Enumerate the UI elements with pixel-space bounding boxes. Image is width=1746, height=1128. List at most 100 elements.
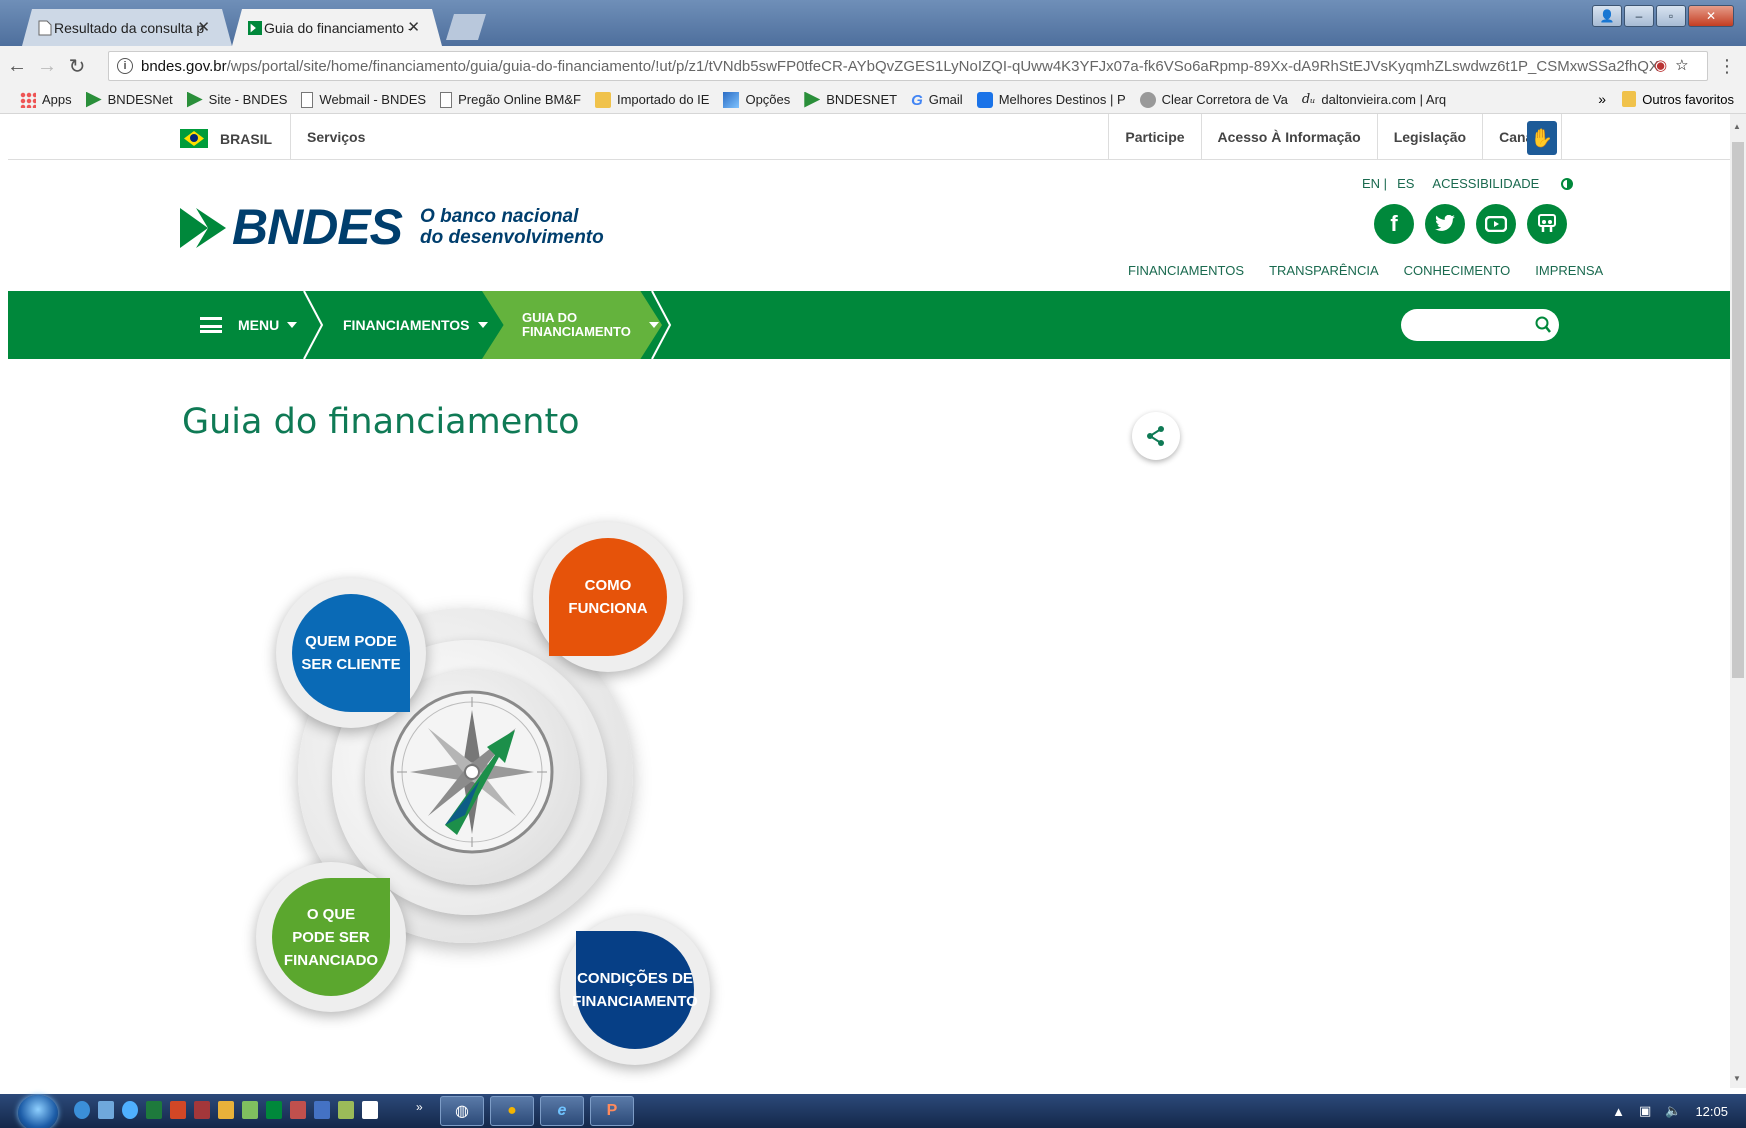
topnav-financiamentos[interactable]: FINANCIAMENTOS: [1128, 263, 1244, 278]
breadcrumb-guia[interactable]: GUIA DO FINANCIAMENTO: [482, 291, 662, 359]
app-icon[interactable]: [290, 1101, 306, 1119]
bookmark-daltonvieira[interactable]: dᵤ daltonvieira.com | Arq: [1302, 92, 1446, 108]
browser-menu-icon[interactable]: ⋮: [1718, 56, 1736, 77]
bndes-icon[interactable]: [266, 1101, 282, 1119]
menu-button[interactable]: MENU: [200, 291, 298, 359]
project-icon[interactable]: [314, 1101, 330, 1119]
outlook-icon[interactable]: [218, 1101, 234, 1119]
logo-text: BNDES: [232, 199, 403, 255]
youtube-icon[interactable]: [1476, 204, 1516, 244]
taskbar-more-icon[interactable]: »: [416, 1100, 423, 1114]
back-icon[interactable]: ←: [4, 55, 30, 78]
notepad-icon[interactable]: [98, 1101, 114, 1119]
bookmark-webmail[interactable]: Webmail - BNDES: [301, 91, 426, 108]
document-icon[interactable]: [362, 1101, 378, 1119]
como-funciona-button[interactable]: COMO FUNCIONA: [533, 522, 683, 672]
info-icon[interactable]: i: [117, 58, 133, 74]
gov-link-acesso[interactable]: Acesso À Informação: [1200, 114, 1377, 160]
o-que-pode-ser-financiado-button[interactable]: O QUE PODE SER FINANCIADO: [256, 862, 406, 1012]
bookmark-opcoes[interactable]: Opções: [723, 91, 790, 108]
other-bookmarks[interactable]: Outros favoritos: [1622, 91, 1734, 107]
close-button[interactable]: ✕: [1688, 5, 1734, 27]
social-links: f: [1374, 204, 1567, 244]
volume-icon[interactable]: 🔈: [1665, 1103, 1681, 1119]
taskbar-powerpoint-app[interactable]: P: [590, 1096, 634, 1126]
bookmarks-more-button[interactable]: »: [1598, 91, 1606, 107]
bndes-icon: [186, 91, 203, 108]
page-icon: [301, 91, 314, 108]
bookmark-gmail[interactable]: G Gmail: [911, 92, 963, 109]
window-controls: 👤 – ▫ ✕: [1592, 5, 1734, 27]
gov-bar: BRASIL Serviços Participe Acesso À Infor…: [8, 114, 1730, 160]
ie-icon[interactable]: [122, 1101, 138, 1119]
share-button[interactable]: [1132, 412, 1180, 460]
system-tray: ▲ ▣ 🔈 12:05: [1612, 1094, 1728, 1128]
clock[interactable]: 12:05: [1695, 1104, 1728, 1119]
topnav-conhecimento[interactable]: CONHECIMENTO: [1404, 263, 1511, 278]
gov-brasil-link[interactable]: BRASIL: [180, 129, 272, 148]
logo-tagline: O banco nacional do desenvolvimento: [420, 206, 604, 248]
tray-expand-icon[interactable]: ▲: [1612, 1104, 1625, 1119]
bndes-logo[interactable]: BNDES O banco nacional do desenvolviment…: [180, 198, 604, 256]
bookmark-clear[interactable]: Clear Corretora de Va: [1139, 91, 1288, 108]
slideshare-icon[interactable]: [1527, 204, 1567, 244]
bookmark-site-bndes[interactable]: Site - BNDES: [186, 91, 287, 108]
bookmark-bndesnet-2[interactable]: BNDESNET: [804, 91, 897, 108]
user-icon[interactable]: 👤: [1592, 5, 1622, 27]
main-nav: MENU FINANCIAMENTOS GUIA DO FINANCIAMENT…: [8, 291, 1730, 359]
search-icon[interactable]: [1535, 315, 1551, 335]
bookmark-bndesnet[interactable]: BNDESNet: [85, 91, 173, 108]
forward-icon[interactable]: →: [34, 55, 60, 78]
powerpoint-icon[interactable]: [170, 1101, 186, 1119]
tab-close-icon[interactable]: ✕: [197, 18, 210, 36]
gov-link-participe[interactable]: Participe: [1108, 114, 1200, 160]
contrast-icon[interactable]: [1561, 177, 1574, 190]
sign-language-icon[interactable]: ✋: [1527, 121, 1557, 155]
page-icon: [440, 91, 453, 108]
start-button[interactable]: [18, 1095, 58, 1128]
breadcrumb-financiamentos[interactable]: FINANCIAMENTOS: [343, 291, 488, 359]
page-scrollbar[interactable]: ▲ ▼: [1730, 114, 1746, 1088]
twitter-icon[interactable]: [1425, 204, 1465, 244]
topnav-imprensa[interactable]: IMPRENSA: [1535, 263, 1603, 278]
bookmark-importado[interactable]: Importado do IE: [594, 91, 709, 108]
tab-guia[interactable]: Guia do financiamento - ✕: [232, 9, 442, 46]
lang-en-link[interactable]: EN |: [1362, 176, 1387, 191]
scroll-down-icon[interactable]: ▼: [1733, 1074, 1741, 1083]
quem-pode-ser-cliente-button[interactable]: QUEM PODE SER CLIENTE: [276, 578, 426, 728]
condicoes-de-financiamento-button[interactable]: CONDIÇÕES DE FINANCIAMENTO: [560, 915, 710, 1065]
apps-icon: [20, 91, 36, 108]
reload-icon[interactable]: ↻: [64, 54, 90, 79]
bookmark-star-icon[interactable]: ☆: [1675, 56, 1688, 74]
excel-icon[interactable]: [146, 1101, 162, 1119]
tab-resultado[interactable]: Resultado da consulta pr ✕: [22, 9, 232, 46]
address-bar[interactable]: i bndes.gov.br /wps/portal/site/home/fin…: [108, 51, 1708, 81]
taskbar-globe-app[interactable]: ◍: [440, 1096, 484, 1126]
globe-icon[interactable]: [74, 1101, 90, 1119]
new-tab-button[interactable]: [446, 14, 486, 40]
bookmark-apps[interactable]: Apps: [20, 91, 72, 108]
access-icon[interactable]: [194, 1101, 210, 1119]
lang-es-link[interactable]: ES: [1397, 176, 1414, 191]
accessibility-link[interactable]: ACESSIBILIDADE: [1432, 176, 1539, 191]
language-links: EN | ES ACESSIBILIDADE: [1362, 176, 1574, 191]
taskbar-ie-app[interactable]: e: [540, 1096, 584, 1126]
network-tray-icon[interactable]: ▣: [1639, 1103, 1651, 1119]
gov-servicos-link[interactable]: Serviços: [290, 114, 365, 160]
minimize-button[interactable]: –: [1624, 5, 1654, 27]
bookmark-pregao[interactable]: Pregão Online BM&F: [440, 91, 581, 108]
folder-icon: [1622, 91, 1637, 107]
maximize-button[interactable]: ▫: [1656, 5, 1686, 27]
extension-icon[interactable]: ◉: [1654, 56, 1667, 74]
bookmark-melhores-destinos[interactable]: Melhores Destinos | P: [976, 91, 1126, 108]
facebook-icon[interactable]: f: [1374, 204, 1414, 244]
scroll-thumb[interactable]: [1732, 142, 1744, 678]
scroll-up-icon[interactable]: ▲: [1733, 122, 1741, 131]
tab-close-icon[interactable]: ✕: [407, 18, 420, 36]
compass-icon: [390, 690, 554, 854]
gov-link-legislacao[interactable]: Legislação: [1376, 114, 1482, 160]
taskbar-chrome-app[interactable]: ●: [490, 1096, 534, 1126]
monitor-icon[interactable]: [242, 1101, 258, 1119]
topnav-transparencia[interactable]: TRANSPARÊNCIA: [1269, 263, 1379, 278]
network-icon[interactable]: [338, 1101, 354, 1119]
